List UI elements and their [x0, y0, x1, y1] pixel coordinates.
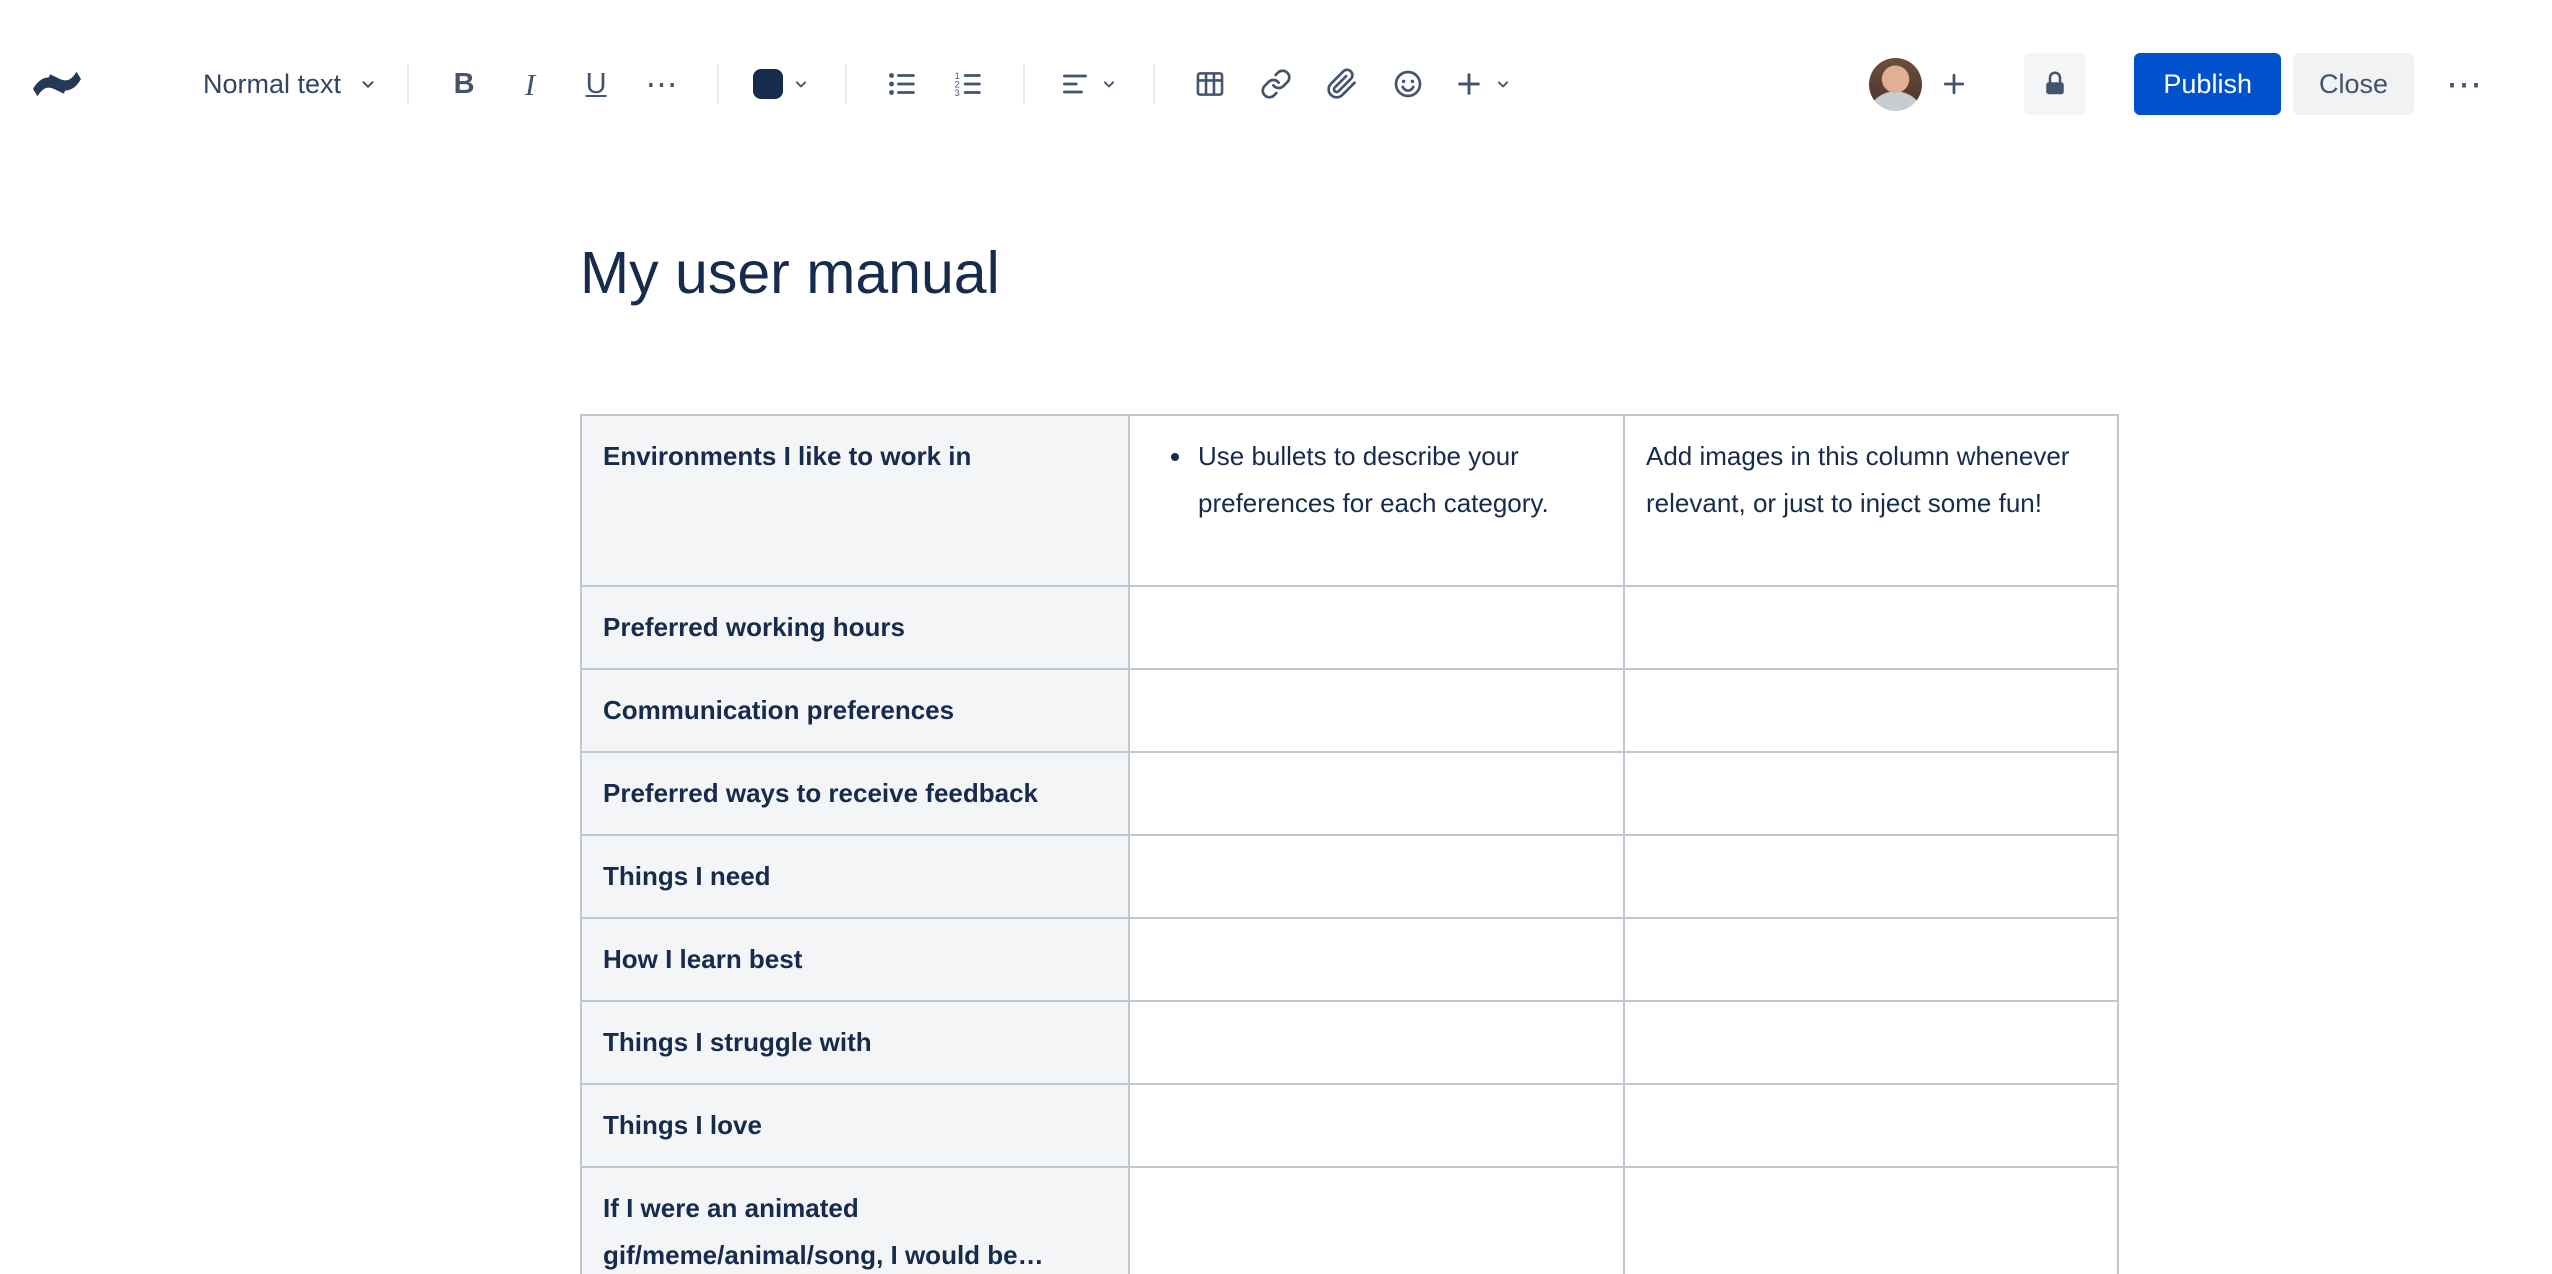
table-cell[interactable] — [1623, 1083, 2119, 1168]
row-header-cell[interactable]: Things I need — [580, 834, 1130, 919]
close-button[interactable]: Close — [2292, 53, 2414, 115]
toolbar-divider — [845, 63, 848, 105]
underline-button[interactable]: U — [569, 57, 623, 111]
insert-link-button[interactable] — [1249, 57, 1303, 111]
list-group: 123 — [875, 57, 995, 111]
editor-content: My user manual Environments I like to wo… — [580, 235, 2119, 1274]
paperclip-icon — [1327, 68, 1356, 99]
table-row: How I learn best — [580, 917, 2119, 1002]
publish-button[interactable]: Publish — [2134, 53, 2281, 115]
invite-collaborator-button[interactable] — [1930, 60, 1978, 108]
row-header-cell[interactable]: Preferred ways to receive feedback — [580, 751, 1130, 836]
bullet-item[interactable]: Use bullets to describe your preferences… — [1194, 433, 1602, 527]
table-row: Things I struggle with — [580, 1000, 2119, 1085]
user-manual-table: Environments I like to work in Use bulle… — [580, 414, 2119, 1274]
restrictions-button[interactable] — [2024, 53, 2087, 115]
numbered-list-button[interactable]: 123 — [941, 57, 995, 111]
italic-button[interactable]: I — [503, 57, 557, 111]
row-header-cell[interactable]: How I learn best — [580, 917, 1130, 1002]
table-cell[interactable] — [1623, 668, 2119, 753]
underline-icon: U — [585, 67, 607, 100]
table-cell[interactable] — [1128, 917, 1625, 1002]
text-color-swatch-icon — [753, 69, 784, 99]
more-formatting-icon: ⋯ — [645, 66, 679, 102]
toolbar-divider — [407, 63, 410, 105]
table-cell[interactable] — [1623, 917, 2119, 1002]
toolbar-divider — [1153, 63, 1156, 105]
table-cell[interactable] — [1623, 1000, 2119, 1085]
plus-icon — [1944, 73, 1965, 95]
table-cell[interactable] — [1128, 1166, 1625, 1274]
more-formatting-button[interactable]: ⋯ — [635, 57, 689, 111]
editor-screen: Normal text B I U ⋯ 1 2 3 Publish Close … — [0, 0, 2552, 1274]
italic-icon: I — [524, 66, 536, 102]
table-cell[interactable] — [1128, 585, 1625, 670]
row-header-cell[interactable]: Things I love — [580, 1083, 1130, 1168]
bullet-list: Use bullets to describe your preferences… — [1151, 433, 1602, 527]
emoji-icon — [1394, 70, 1422, 98]
table-row: Communication preferences — [580, 668, 2119, 753]
insert-more-button[interactable] — [1447, 57, 1519, 111]
plus-icon — [1458, 73, 1480, 95]
chevron-down-icon — [1099, 74, 1119, 94]
table-row: Things I need — [580, 834, 2119, 919]
table-row: Environments I like to work in Use bulle… — [580, 414, 2119, 587]
toolbar-right-cluster: Publish Close ⋯ — [1869, 53, 2482, 115]
bullet-list-icon — [889, 73, 915, 95]
toolbar-divider — [1023, 63, 1026, 105]
editor-toolbar: Normal text B I U ⋯ 1 2 3 Publish Close … — [0, 0, 2552, 168]
user-avatar[interactable] — [1869, 57, 1923, 111]
table-cell[interactable] — [1623, 585, 2119, 670]
toolbar-divider — [717, 63, 720, 105]
table-row: Things I love — [580, 1083, 2119, 1168]
attach-file-button[interactable] — [1315, 57, 1369, 111]
row-header-cell[interactable]: Communication preferences — [580, 668, 1130, 753]
chevron-down-icon — [357, 73, 379, 95]
confluence-logo-icon[interactable] — [32, 60, 81, 108]
table-row: If I were an animated gif/meme/animal/so… — [580, 1166, 2119, 1274]
alignment-button[interactable] — [1053, 57, 1125, 111]
text-style-label: Normal text — [203, 68, 342, 99]
align-group — [1053, 57, 1125, 111]
table-cell[interactable] — [1623, 1166, 2119, 1274]
text-color-button[interactable] — [747, 57, 817, 111]
table-cell[interactable] — [1623, 834, 2119, 919]
page-title[interactable]: My user manual — [580, 235, 2117, 311]
table-cell[interactable] — [1623, 751, 2119, 836]
bullet-list-button[interactable] — [875, 57, 929, 111]
row-header-cell[interactable]: Environments I like to work in — [580, 414, 1130, 587]
text-style-dropdown[interactable]: Normal text — [203, 69, 379, 100]
table-cell[interactable] — [1128, 834, 1625, 919]
row-header-cell[interactable]: If I were an animated gif/meme/animal/so… — [580, 1166, 1130, 1274]
row-header-cell[interactable]: Preferred working hours — [580, 585, 1130, 670]
emoji-button[interactable] — [1381, 57, 1435, 111]
numbered-list-icon: 123 — [955, 71, 981, 98]
table-cell[interactable] — [1128, 668, 1625, 753]
align-left-icon — [1063, 74, 1088, 94]
chevron-down-icon — [1493, 74, 1513, 94]
bold-icon: B — [453, 67, 475, 100]
table-cell[interactable]: Add images in this column whenever relev… — [1623, 414, 2119, 587]
row-header-cell[interactable]: Things I struggle with — [580, 1000, 1130, 1085]
insert-table-button[interactable] — [1183, 57, 1237, 111]
link-icon — [1261, 69, 1291, 99]
format-group: B I U ⋯ — [437, 57, 689, 111]
table-icon — [1196, 72, 1224, 96]
more-actions-button[interactable]: ⋯ — [2446, 66, 2482, 102]
lock-icon — [2046, 71, 2065, 95]
chevron-down-icon — [791, 74, 811, 94]
table-cell[interactable] — [1128, 1000, 1625, 1085]
table-row: Preferred ways to receive feedback — [580, 751, 2119, 836]
svg-text:3: 3 — [955, 88, 960, 98]
text-color-group — [747, 57, 817, 111]
bold-button[interactable]: B — [437, 57, 491, 111]
table-cell[interactable] — [1128, 1083, 1625, 1168]
table-cell[interactable] — [1128, 751, 1625, 836]
table-row: Preferred working hours — [580, 585, 2119, 670]
table-cell[interactable]: Use bullets to describe your preferences… — [1128, 414, 1625, 587]
insert-group — [1183, 57, 1519, 111]
